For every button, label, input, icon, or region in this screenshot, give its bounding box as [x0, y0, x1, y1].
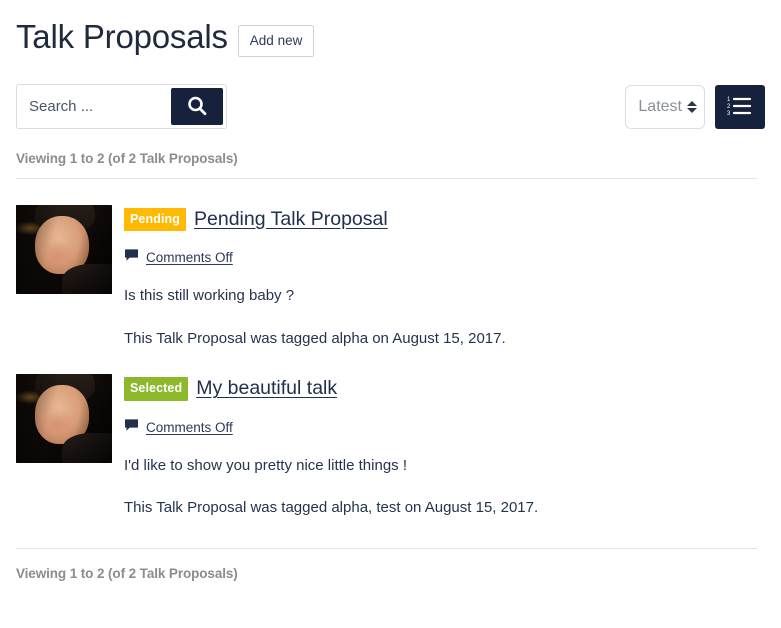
search-icon [186, 95, 208, 117]
proposal-title-link[interactable]: My beautiful talk [196, 377, 337, 400]
proposal-title-link[interactable]: Pending Talk Proposal [194, 208, 388, 231]
ordered-list-icon: 1 2 3 [727, 94, 753, 119]
proposal-excerpt: Is this still working baby ? [124, 287, 295, 305]
comments-row: Comments Off [124, 248, 765, 267]
toolbar: Latest 1 2 3 [0, 56, 781, 129]
svg-text:2: 2 [727, 104, 731, 110]
comment-bubble-icon [124, 248, 139, 267]
svg-text:3: 3 [727, 111, 731, 116]
sort-order-select[interactable]: Latest [625, 84, 705, 129]
add-new-button[interactable]: Add new [237, 24, 315, 58]
proposal-list: Pending Pending Talk Proposal Comments O… [0, 179, 781, 548]
proposal-body: Selected My beautiful talk Comments Off … [124, 374, 765, 518]
list-item: Selected My beautiful talk Comments Off … [16, 348, 765, 518]
svg-text:1: 1 [727, 97, 731, 103]
comments-status[interactable]: Comments Off [146, 250, 233, 265]
list-view-button[interactable]: 1 2 3 [715, 84, 765, 129]
comments-status[interactable]: Comments Off [146, 420, 233, 435]
status-badge: Selected [124, 377, 189, 401]
sort-order-value: Latest [638, 97, 682, 115]
title-row: Selected My beautiful talk [124, 377, 765, 401]
author-avatar [16, 374, 112, 464]
talk-proposals-page: Talk Proposals Add new Latest [0, 0, 781, 628]
title-row: Pending Pending Talk Proposal [124, 207, 765, 232]
proposal-excerpt: I'd like to show you pretty nice little … [124, 456, 408, 474]
toolbar-right: Latest 1 2 3 [625, 84, 765, 129]
proposal-meta: This Talk Proposal was tagged alpha, tes… [124, 499, 539, 517]
page-title: Talk Proposals [16, 18, 228, 55]
comment-bubble-icon [124, 418, 139, 437]
search-input[interactable] [17, 84, 171, 128]
list-bottom-space [16, 518, 765, 548]
search-button[interactable] [171, 87, 223, 125]
search-box[interactable] [16, 83, 227, 129]
viewing-count-top: Viewing 1 to 2 (of 2 Talk Proposals) [16, 150, 238, 166]
sort-updown-icon [687, 100, 697, 113]
status-badge: Pending [124, 207, 187, 232]
viewing-count-bottom: Viewing 1 to 2 (of 2 Talk Proposals) [16, 565, 238, 581]
proposal-meta: This Talk Proposal was tagged alpha on A… [124, 329, 506, 347]
page-header: Talk Proposals Add new [0, 0, 781, 58]
author-avatar [16, 204, 112, 294]
comments-row: Comments Off [124, 418, 765, 437]
proposal-body: Pending Pending Talk Proposal Comments O… [124, 205, 765, 349]
list-item: Pending Pending Talk Proposal Comments O… [16, 179, 765, 349]
